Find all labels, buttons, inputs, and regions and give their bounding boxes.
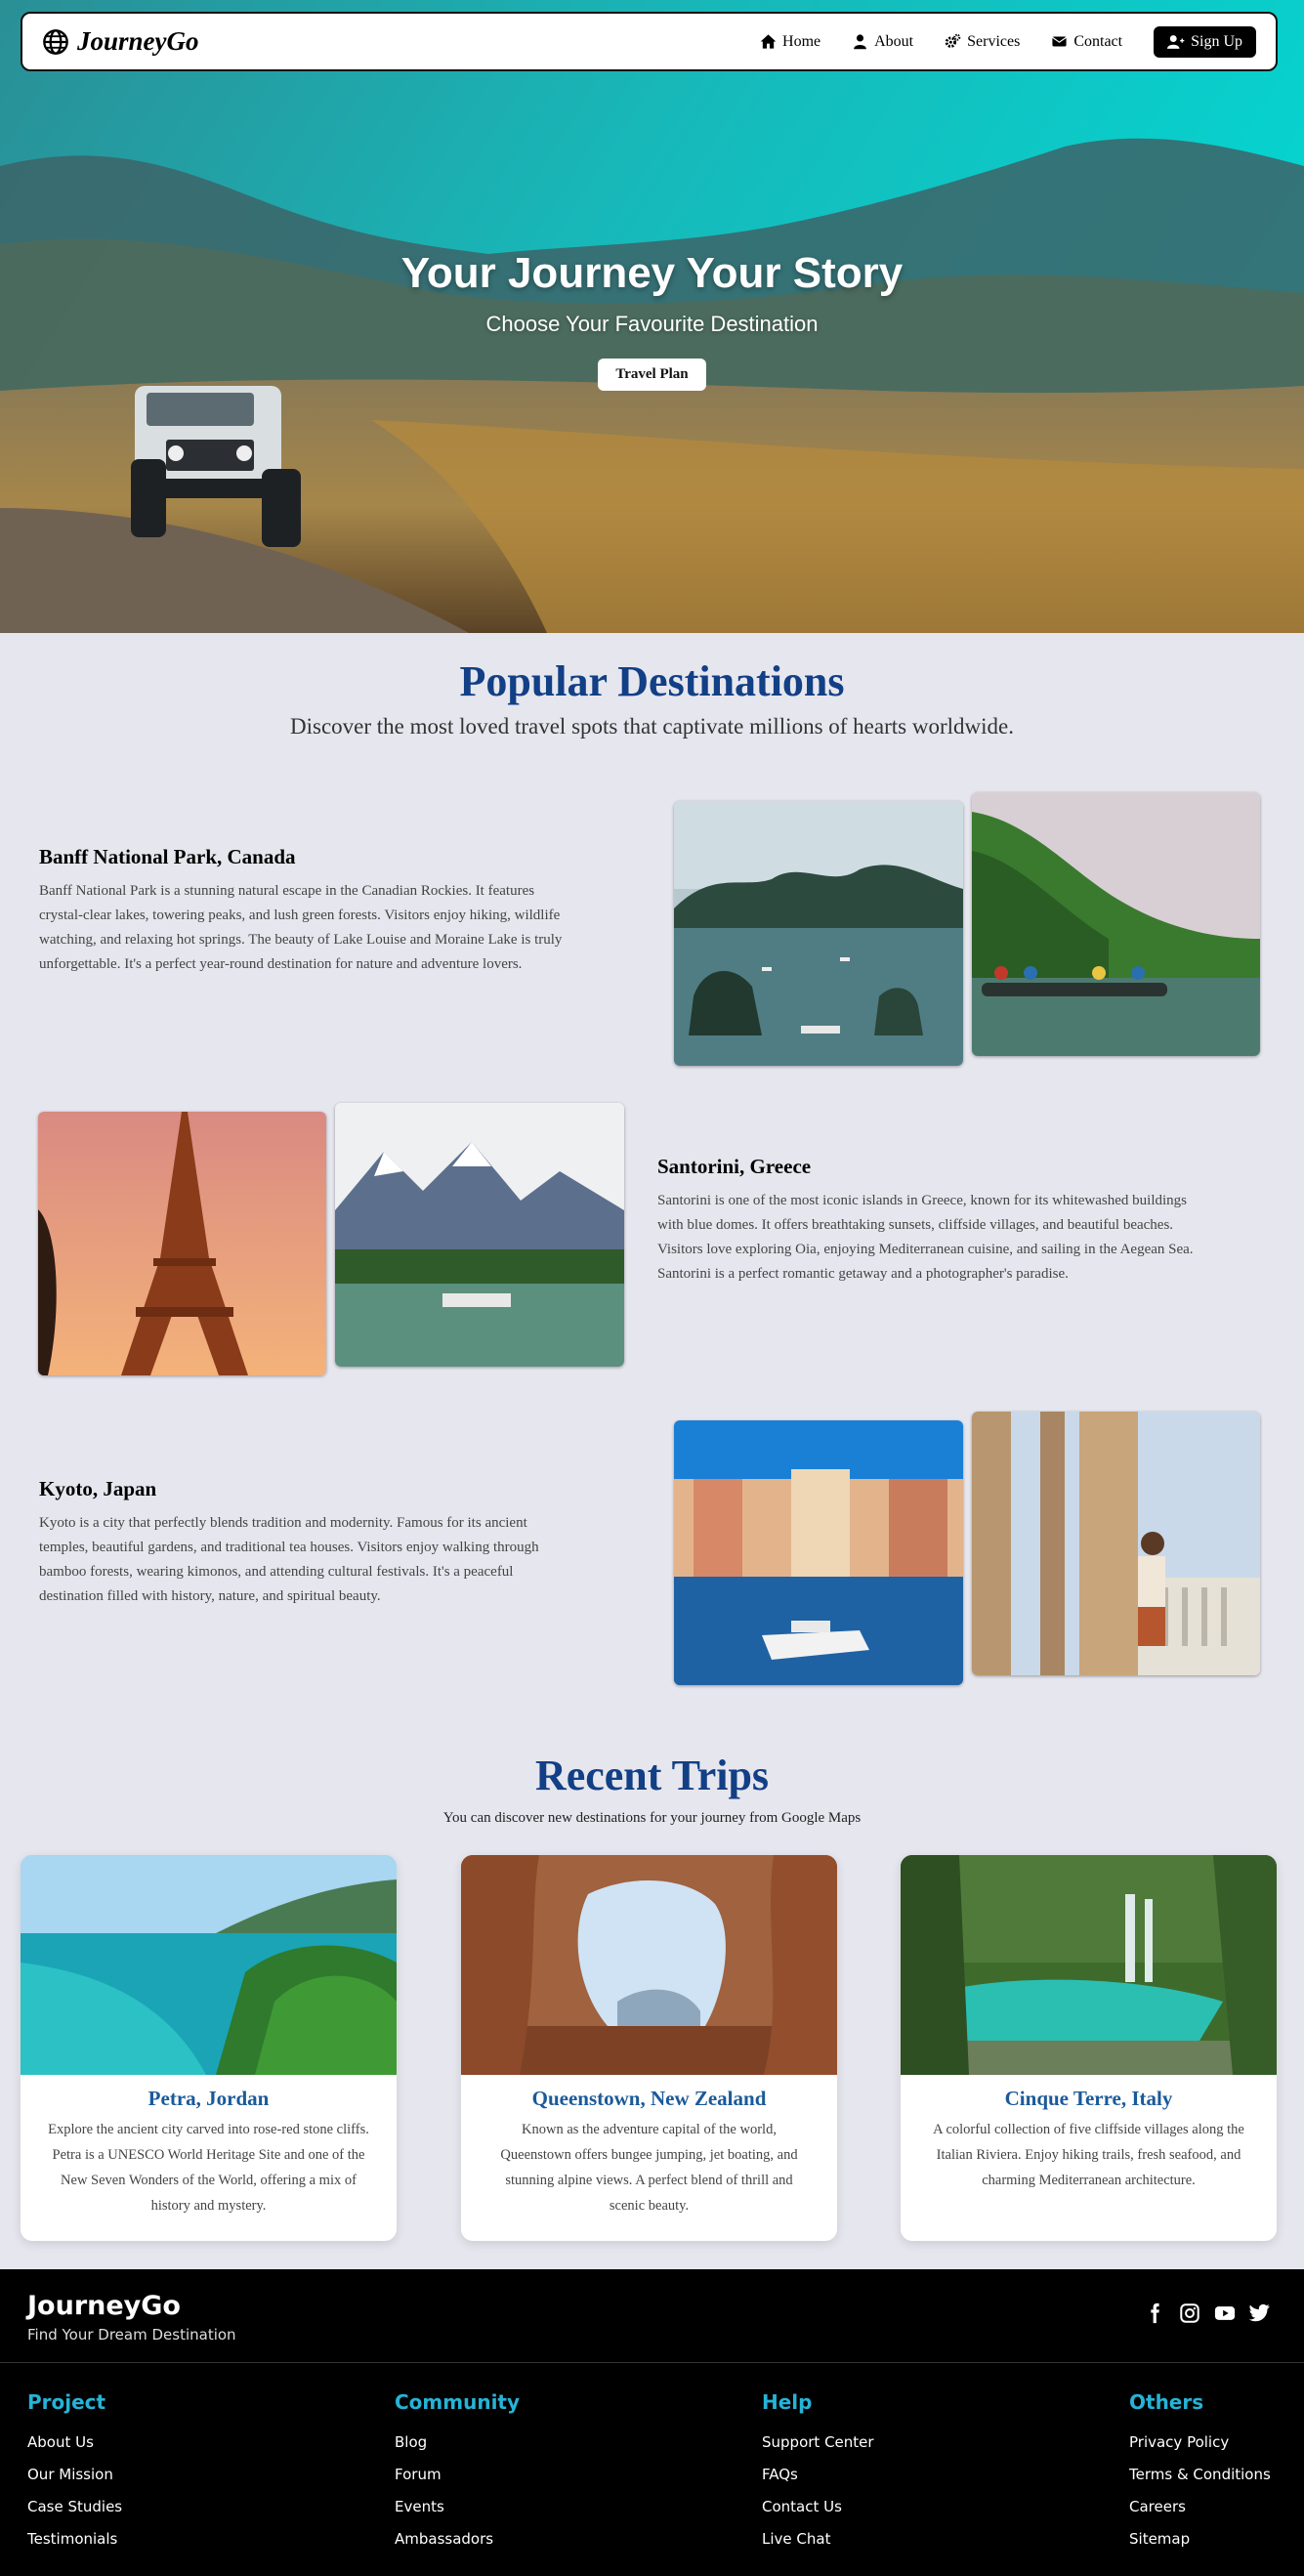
- recent-header: Recent Trips You can discover new destin…: [0, 1751, 1304, 1827]
- footer-link[interactable]: Support Center: [762, 2433, 874, 2451]
- twitter-icon[interactable]: [1249, 2302, 1271, 2324]
- brand-name: JourneyGo: [77, 26, 199, 56]
- recent-title: Recent Trips: [534, 1752, 770, 1799]
- footer-link[interactable]: Our Mission: [27, 2466, 122, 2483]
- gears-icon: [945, 33, 961, 48]
- footer-column-community: Community Blog Forum Events Ambassadors: [395, 2390, 520, 2562]
- instagram-icon[interactable]: [1179, 2302, 1200, 2324]
- nav-about[interactable]: About: [852, 33, 913, 51]
- footer-link[interactable]: Events: [395, 2498, 520, 2515]
- nav-services[interactable]: Services: [945, 33, 1020, 51]
- footer-column-title: Project: [27, 2390, 106, 2414]
- destination-description: Banff National Park is a stunning natura…: [39, 883, 563, 972]
- popular-header: Popular Destinations Discover the most l…: [0, 656, 1304, 739]
- trip-card-description: A colorful collection of five cliffside …: [933, 2122, 1244, 2188]
- photo-river-boats: [972, 792, 1260, 1056]
- nav-home[interactable]: Home: [760, 33, 820, 51]
- footer-link[interactable]: Ambassadors: [395, 2530, 520, 2548]
- social-links: [1144, 2302, 1271, 2324]
- footer-brand: JourneyGo: [27, 2291, 181, 2321]
- footer-link[interactable]: Privacy Policy: [1129, 2433, 1271, 2451]
- popular-title: Popular Destinations: [459, 657, 845, 705]
- travel-plan-button[interactable]: Travel Plan: [598, 359, 706, 391]
- footer-link[interactable]: Blog: [395, 2433, 520, 2451]
- destination-title: Santorini, Greece: [657, 1155, 812, 1178]
- footer-link[interactable]: About Us: [27, 2433, 122, 2451]
- photo-eiffel-tower: [38, 1112, 326, 1375]
- footer-link[interactable]: Terms & Conditions: [1129, 2466, 1271, 2483]
- photo-venice-canal: [674, 1420, 963, 1685]
- trip-card-title: Cinque Terre, Italy: [1004, 2087, 1173, 2110]
- trip-card-queenstown[interactable]: Queenstown, New Zealand Known as the adv…: [461, 1855, 837, 2241]
- trip-card-description: Explore the ancient city carved into ros…: [48, 2122, 369, 2214]
- page: JourneyGo Home About Services Contact Si…: [0, 0, 1304, 2576]
- user-icon: [854, 34, 866, 50]
- recent-subtitle: You can discover new destinations for yo…: [442, 1810, 862, 1826]
- trip-card-cinque-terre[interactable]: Cinque Terre, Italy A colorful collectio…: [901, 1855, 1277, 2241]
- footer-link[interactable]: Forum: [395, 2466, 520, 2483]
- trip-image-cinque-terre: [901, 1855, 1277, 2075]
- footer-link[interactable]: Testimonials: [27, 2530, 122, 2548]
- home-icon: [760, 34, 777, 49]
- footer-divider: [0, 2362, 1304, 2363]
- footer-tagline: Find Your Dream Destination: [27, 2326, 236, 2344]
- globe-icon: [43, 28, 68, 55]
- footer-link[interactable]: Contact Us: [762, 2498, 874, 2515]
- trip-card-title: Petra, Jordan: [147, 2087, 270, 2110]
- youtube-icon[interactable]: [1214, 2302, 1236, 2324]
- footer-link[interactable]: Sitemap: [1129, 2530, 1271, 2548]
- footer-column-title: Help: [762, 2390, 813, 2414]
- footer-link[interactable]: Live Chat: [762, 2530, 874, 2548]
- hero-subtitle: Choose Your Favourite Destination: [485, 312, 819, 336]
- destination-description: Kyoto is a city that perfectly blends tr…: [39, 1515, 539, 1604]
- destination-description: Santorini is one of the most iconic isla…: [657, 1193, 1194, 1282]
- signup-button[interactable]: Sign Up: [1154, 25, 1256, 58]
- facebook-icon[interactable]: [1144, 2302, 1165, 2324]
- destination-kyoto: Kyoto, Japan Kyoto is a city that perfec…: [39, 1477, 571, 1609]
- footer-link[interactable]: Careers: [1129, 2498, 1271, 2515]
- footer-link[interactable]: FAQs: [762, 2466, 874, 2483]
- nav-home-label: Home: [782, 32, 821, 50]
- footer-column-others: Others Privacy Policy Terms & Conditions…: [1129, 2390, 1271, 2562]
- trip-image-queenstown: [461, 1855, 837, 2075]
- trip-card-description: Known as the adventure capital of the wo…: [500, 2122, 798, 2214]
- destination-title: Banff National Park, Canada: [39, 845, 296, 868]
- nav-contact[interactable]: Contact: [1051, 33, 1122, 51]
- brand[interactable]: JourneyGo: [42, 26, 199, 57]
- hero-content: Your Journey Your Story Choose Your Favo…: [0, 249, 1304, 391]
- footer-column-project: Project About Us Our Mission Case Studie…: [27, 2390, 122, 2562]
- hero-section: JourneyGo Home About Services Contact Si…: [0, 0, 1304, 633]
- nav-about-label: About: [874, 32, 914, 50]
- trip-card-petra[interactable]: Petra, Jordan Explore the ancient city c…: [21, 1855, 397, 2241]
- footer-column-title: Others: [1129, 2390, 1204, 2414]
- signup-label: Sign Up: [1191, 32, 1242, 50]
- trip-image-petra: [21, 1855, 397, 2075]
- nav-links: Home About Services Contact Sign Up: [760, 25, 1256, 58]
- destination-santorini: Santorini, Greece Santorini is one of th…: [657, 1155, 1214, 1287]
- navbar: JourneyGo Home About Services Contact Si…: [21, 12, 1278, 71]
- hero-title: Your Journey Your Story: [400, 249, 904, 297]
- footer-column-help: Help Support Center FAQs Contact Us Live…: [762, 2390, 874, 2562]
- photo-mountain-lake: [335, 1103, 624, 1367]
- footer: JourneyGo Find Your Dream Destination Pr…: [0, 2269, 1304, 2576]
- footer-column-title: Community: [395, 2390, 521, 2414]
- popular-subtitle: Discover the most loved travel spots tha…: [290, 714, 1014, 739]
- trip-card-title: Queenstown, New Zealand: [531, 2087, 767, 2110]
- photo-columns-terrace: [972, 1412, 1260, 1675]
- nav-contact-label: Contact: [1073, 32, 1123, 50]
- photo-bay-islands: [674, 801, 963, 1066]
- footer-link[interactable]: Case Studies: [27, 2498, 122, 2515]
- nav-services-label: Services: [967, 32, 1021, 50]
- destination-banff: Banff National Park, Canada Banff Nation…: [39, 845, 571, 977]
- user-plus-icon: [1167, 34, 1185, 49]
- destination-title: Kyoto, Japan: [39, 1477, 157, 1500]
- envelope-icon: [1052, 36, 1068, 47]
